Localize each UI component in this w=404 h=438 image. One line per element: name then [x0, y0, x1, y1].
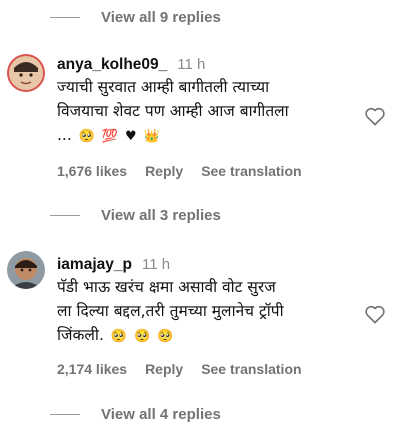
like-heart-icon[interactable] [364, 106, 386, 126]
view-replies-link[interactable]: View all 4 replies [50, 406, 221, 423]
comment-line: ला दिल्या बद्दल,तरी तुमच्या मुलानेच ट्रॉ… [57, 302, 284, 320]
like-heart-icon[interactable] [364, 304, 386, 324]
timestamp: 11 h [177, 56, 206, 73]
username[interactable]: iamajay_p [57, 255, 132, 275]
view-replies-label: View all 3 replies [101, 207, 221, 224]
view-replies-label: View all 9 replies [101, 9, 221, 26]
see-translation-button[interactable]: See translation [201, 361, 301, 377]
comment-line: ... [57, 126, 72, 144]
reply-thread-line [50, 17, 80, 18]
crown-emoji: 👑 [143, 129, 160, 144]
username[interactable]: anya_kolhe09_ [57, 55, 167, 75]
comment-text: ज्याची सुरवात आम्ही बागीतली त्याच्या विज… [57, 75, 360, 149]
pleading-face-emoji: 🥺 [157, 329, 174, 344]
timestamp: 11 h [141, 256, 171, 273]
pleading-face-emoji: 🥺 [133, 329, 151, 344]
reply-button[interactable]: Reply [145, 163, 183, 179]
reply-thread-line [50, 215, 80, 216]
pleading-face-emoji: 🥺 [78, 129, 95, 144]
black-heart-emoji: ♥ [124, 129, 137, 144]
reply-thread-line [50, 414, 80, 415]
comment-line: विजयाचा शेवट पण आम्ही आज बागीतला [57, 102, 289, 120]
reply-button[interactable]: Reply [145, 361, 183, 377]
likes-count[interactable]: 2,174 likes [57, 361, 127, 377]
comment-line: पॅडी भाऊ खरंच क्षमा असावी वोट सुरज [57, 278, 276, 296]
comment-line: ज्याची सुरवात आम्ही बागीतली त्याच्या [57, 78, 270, 96]
see-translation-button[interactable]: See translation [201, 163, 301, 179]
comment-text: पॅडी भाऊ खरंच क्षमा असावी वोट सुरज ला दि… [57, 275, 360, 349]
comment-line: जिंकली. [57, 326, 104, 344]
likes-count[interactable]: 1,676 likes [57, 163, 127, 179]
pleading-face-emoji: 🥺 [110, 329, 127, 344]
view-replies-link[interactable]: View all 9 replies [50, 9, 221, 26]
avatar[interactable] [7, 54, 45, 92]
view-replies-link[interactable]: View all 3 replies [50, 207, 221, 224]
hundred-points-emoji: 💯 [101, 129, 119, 144]
avatar[interactable] [7, 251, 45, 289]
view-replies-label: View all 4 replies [101, 406, 221, 423]
